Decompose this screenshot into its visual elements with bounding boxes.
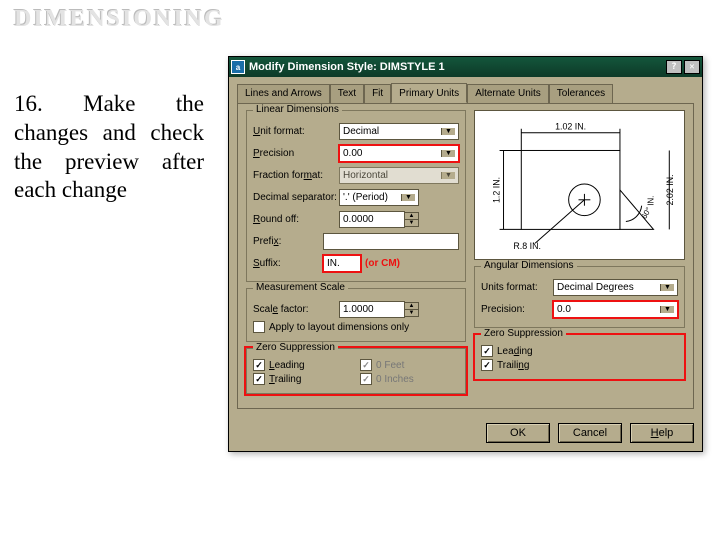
help-button[interactable]: Help — [630, 423, 694, 443]
tab-lines-arrows[interactable]: Lines and Arrows — [237, 84, 330, 104]
close-icon[interactable]: ✕ — [684, 60, 700, 74]
chevron-down-icon[interactable]: ▼ — [441, 172, 455, 179]
group-measurement-scale: Measurement Scale Scale factor: 1.0000 ▲… — [246, 288, 466, 342]
input-prefix[interactable] — [323, 233, 459, 250]
chevron-down-icon[interactable]: ▼ — [441, 128, 455, 135]
group-zero-suppression-linear: Zero Suppression ✓ Leading ✓ Trailing — [246, 348, 466, 394]
svg-text:IN.: IN. — [647, 196, 656, 206]
suffix-note: (or CM) — [365, 258, 400, 269]
cancel-button[interactable]: Cancel — [558, 423, 622, 443]
label-precision: Precision — [253, 148, 339, 159]
help-icon[interactable]: ? — [666, 60, 682, 74]
label-fraction-format: Fraction format: — [253, 170, 339, 181]
checkbox-icon: ✓ — [481, 359, 493, 371]
input-round-off[interactable]: 0.0000 — [339, 211, 405, 228]
tab-fit[interactable]: Fit — [364, 84, 391, 104]
page-heading: DIMENSIONING — [14, 6, 225, 33]
checkbox-icon: ✓ — [360, 373, 372, 385]
group-title: Measurement Scale — [253, 282, 348, 293]
combo-unit-format[interactable]: Decimal ▼ — [339, 123, 459, 140]
tab-primary-units[interactable]: Primary Units — [391, 83, 467, 103]
spinner-round-off[interactable]: ▲▼ — [405, 212, 419, 227]
combo-angular-format[interactable]: Decimal Degrees ▼ — [553, 279, 678, 296]
checkbox-icon: ✓ — [253, 373, 265, 385]
checkbox-icon: ✓ — [481, 345, 493, 357]
tab-strip: Lines and Arrows Text Fit Primary Units … — [237, 83, 694, 103]
chevron-down-icon[interactable]: ▼ — [660, 306, 674, 313]
combo-decimal-separator[interactable]: '.' (Period) ▼ — [339, 189, 419, 206]
tab-text[interactable]: Text — [330, 84, 364, 104]
checkbox-icon: ✓ — [253, 359, 265, 371]
check-apply-layout[interactable]: Apply to layout dimensions only — [253, 321, 459, 333]
check-0feet[interactable]: ✓ 0 Feet — [360, 359, 459, 371]
check-angular-leading[interactable]: ✓ Leading — [481, 345, 678, 357]
combo-angular-precision[interactable]: 0.0 ▼ — [553, 301, 678, 318]
group-angular-dimensions: Angular Dimensions Units format: Decimal… — [474, 266, 685, 328]
app-icon: a — [231, 60, 245, 74]
dialog-window: a Modify Dimension Style: DIMSTYLE 1 ? ✕… — [228, 56, 703, 452]
chevron-down-icon[interactable]: ▼ — [441, 150, 455, 157]
instruction-text: 16. Make the changes and check the previ… — [14, 90, 204, 205]
titlebar: a Modify Dimension Style: DIMSTYLE 1 ? ✕ — [229, 57, 702, 77]
label-round-off: Round off: — [253, 214, 339, 225]
label-angular-format: Units format: — [481, 282, 553, 293]
group-title: Linear Dimensions — [253, 104, 342, 115]
check-trailing[interactable]: ✓ Trailing — [253, 373, 352, 385]
svg-text:R.8 IN.: R.8 IN. — [513, 241, 541, 251]
svg-text:2.02 IN.: 2.02 IN. — [665, 174, 675, 205]
chevron-down-icon[interactable]: ▼ — [660, 284, 674, 291]
combo-precision[interactable]: 0.00 ▼ — [339, 145, 459, 162]
chevron-down-icon[interactable]: ▼ — [401, 194, 415, 201]
label-scale-factor: Scale factor: — [253, 304, 339, 315]
label-decimal-separator: Decimal separator: — [253, 192, 339, 203]
dialog-footer: OK Cancel Help — [229, 417, 702, 451]
input-suffix[interactable]: IN. — [323, 255, 361, 272]
svg-text:1.02 IN.: 1.02 IN. — [555, 122, 586, 132]
check-leading[interactable]: ✓ Leading — [253, 359, 352, 371]
label-angular-precision: Precision: — [481, 304, 553, 315]
check-angular-trailing[interactable]: ✓ Trailing — [481, 359, 678, 371]
tab-body: Linear Dimensions Unit format: Decimal ▼… — [237, 103, 694, 409]
preview-pane: 1.02 IN. 1.2 IN. 2.02 IN. 60° IN. — [474, 110, 685, 260]
input-scale-factor[interactable]: 1.0000 — [339, 301, 405, 318]
group-title: Zero Suppression — [253, 342, 338, 353]
group-linear-dimensions: Linear Dimensions Unit format: Decimal ▼… — [246, 110, 466, 282]
ok-button[interactable]: OK — [486, 423, 550, 443]
tab-alternate-units[interactable]: Alternate Units — [467, 84, 549, 104]
group-title: Zero Suppression — [481, 328, 566, 339]
group-zero-suppression-angular: Zero Suppression ✓ Leading ✓ Trailing — [474, 334, 685, 380]
check-0inches[interactable]: ✓ 0 Inches — [360, 373, 459, 385]
tab-tolerances[interactable]: Tolerances — [549, 84, 613, 104]
spinner-scale-factor[interactable]: ▲▼ — [405, 302, 419, 317]
window-title: Modify Dimension Style: DIMSTYLE 1 — [249, 61, 664, 73]
checkbox-icon — [253, 321, 265, 333]
label-suffix: Suffix: — [253, 258, 323, 269]
combo-fraction-format[interactable]: Horizontal ▼ — [339, 167, 459, 184]
checkbox-icon: ✓ — [360, 359, 372, 371]
group-title: Angular Dimensions — [481, 260, 577, 271]
label-unit-format: Unit format: — [253, 126, 339, 137]
svg-text:1.2 IN.: 1.2 IN. — [492, 177, 502, 203]
label-prefix: Prefix: — [253, 236, 323, 247]
